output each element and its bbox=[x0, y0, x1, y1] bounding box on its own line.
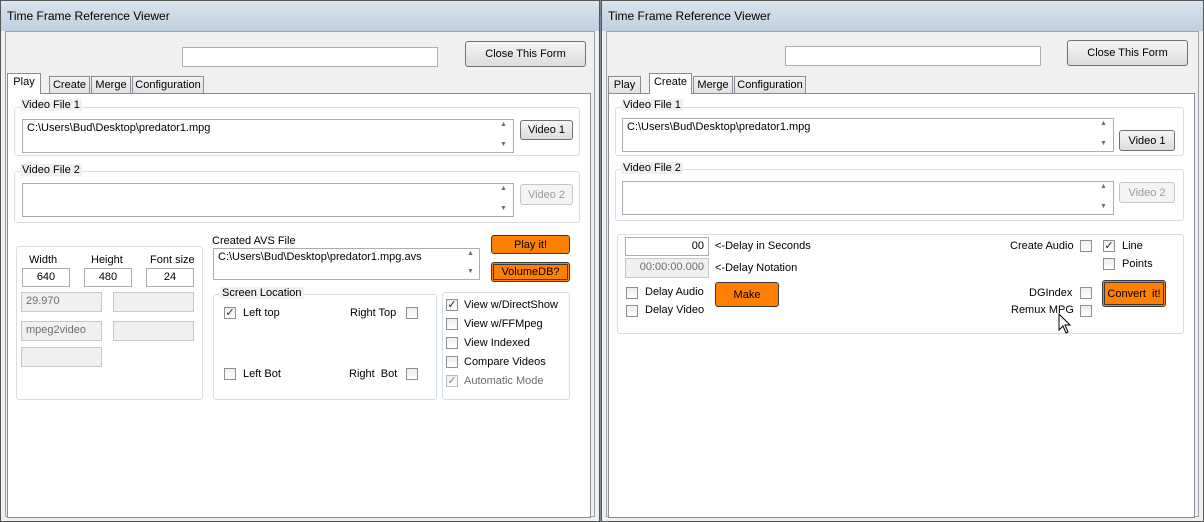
right-video1-scrollbar[interactable]: ▲ ▼ bbox=[1096, 119, 1112, 151]
screen-location-label: Screen Location bbox=[220, 287, 304, 299]
view-directshow-label: View w/DirectShow bbox=[464, 299, 558, 311]
left-video1-label: Video File 1 bbox=[20, 99, 82, 111]
avs-label: Created AVS File bbox=[212, 235, 296, 247]
right-close-form-button[interactable]: Close This Form bbox=[1067, 40, 1188, 66]
view-indexed-label: View Indexed bbox=[464, 337, 530, 349]
right-video1-button[interactable]: Video 1 bbox=[1119, 130, 1175, 151]
left-client-area: Close This Form Play Create Merge Config… bbox=[5, 31, 595, 518]
left-window-title: Time Frame Reference Viewer bbox=[7, 9, 170, 23]
left-video1-scrollbar[interactable]: ▲ ▼ bbox=[496, 120, 512, 152]
right-title-bar[interactable]: Time Frame Reference Viewer bbox=[602, 1, 1203, 31]
delay-notation-label: <-Delay Notation bbox=[715, 262, 798, 274]
compare-videos-label: Compare Videos bbox=[464, 356, 546, 368]
create-audio-label: Create Audio bbox=[1010, 240, 1074, 252]
left-video2-button[interactable]: Video 2 bbox=[520, 184, 573, 205]
codec-field: mpeg2video bbox=[21, 321, 102, 341]
left-bot-checkbox[interactable] bbox=[224, 368, 236, 380]
left-tab-merge[interactable]: Merge bbox=[91, 76, 131, 94]
view-ffmpeg-label: View w/FFMpeg bbox=[464, 318, 543, 330]
right-tab-merge[interactable]: Merge bbox=[693, 76, 733, 94]
view-indexed-checkbox[interactable] bbox=[446, 337, 458, 349]
left-close-form-button[interactable]: Close This Form bbox=[465, 41, 586, 67]
right-tab-page: Video File 1 C:\Users\Bud\Desktop\predat… bbox=[608, 93, 1195, 518]
remux-mpg-checkbox[interactable] bbox=[1080, 305, 1092, 317]
right-tab-create[interactable]: Create bbox=[649, 73, 692, 94]
delay-video-checkbox[interactable] bbox=[626, 305, 638, 317]
left-tab-create[interactable]: Create bbox=[49, 76, 90, 94]
avs-scrollbar[interactable]: ▲ ▼ bbox=[463, 249, 479, 279]
left-window: Time Frame Reference Viewer Close This F… bbox=[0, 0, 600, 522]
left-video2-label: Video File 2 bbox=[20, 164, 82, 176]
make-button[interactable]: Make bbox=[715, 282, 779, 307]
right-video1-path[interactable]: C:\Users\Bud\Desktop\predator1.mpg bbox=[622, 118, 1114, 152]
delay-video-label: Delay Video bbox=[645, 304, 705, 316]
delay-seconds-field[interactable]: 00 bbox=[625, 237, 709, 256]
create-audio-checkbox[interactable] bbox=[1080, 240, 1092, 252]
right-bot-label: Right Bot bbox=[349, 368, 398, 380]
right-top-field[interactable] bbox=[785, 46, 1041, 66]
left-tab-page: Video File 1 C:\Users\Bud\Desktop\predat… bbox=[7, 93, 591, 518]
dgindex-checkbox[interactable] bbox=[1080, 287, 1092, 299]
avs-path-field[interactable]: C:\Users\Bud\Desktop\predator1.mpg.avs bbox=[213, 248, 480, 280]
right-video2-label: Video File 2 bbox=[621, 162, 683, 174]
right-video2-scrollbar[interactable]: ▲ ▼ bbox=[1096, 182, 1112, 214]
extra-field-1 bbox=[113, 292, 194, 312]
points-label: Points bbox=[1122, 258, 1153, 270]
right-video1-label: Video File 1 bbox=[621, 99, 683, 111]
right-top-label: Right Top bbox=[350, 307, 397, 319]
left-title-bar[interactable]: Time Frame Reference Viewer bbox=[1, 1, 599, 31]
volumedb-button[interactable]: VolumeDB? bbox=[491, 262, 570, 282]
right-top-checkbox[interactable] bbox=[406, 307, 418, 319]
left-video1-path[interactable]: C:\Users\Bud\Desktop\predator1.mpg bbox=[22, 119, 514, 153]
height-label: Height bbox=[91, 254, 123, 266]
compare-videos-checkbox[interactable] bbox=[446, 356, 458, 368]
right-video2-path[interactable] bbox=[622, 181, 1114, 215]
width-field[interactable]: 640 bbox=[22, 268, 70, 287]
right-window: Time Frame Reference Viewer Close This F… bbox=[601, 0, 1204, 522]
mouse-cursor-icon bbox=[1058, 313, 1072, 334]
right-tab-play[interactable]: Play bbox=[608, 76, 641, 94]
automatic-mode-checkbox: ✓ bbox=[446, 375, 458, 387]
automatic-mode-label: Automatic Mode bbox=[464, 375, 544, 387]
delay-seconds-label: <-Delay in Seconds bbox=[715, 240, 811, 252]
extra-field-3 bbox=[21, 347, 102, 367]
right-bot-checkbox[interactable] bbox=[406, 368, 418, 380]
play-it-button[interactable]: Play it! bbox=[491, 235, 570, 254]
left-tab-configuration[interactable]: Configuration bbox=[132, 76, 204, 94]
dgindex-label: DGIndex bbox=[1029, 287, 1073, 299]
height-field[interactable]: 480 bbox=[84, 268, 132, 287]
fps-field: 29.970 bbox=[21, 292, 102, 312]
width-label: Width bbox=[29, 254, 58, 266]
left-tab-play[interactable]: Play bbox=[7, 73, 41, 94]
right-video2-button[interactable]: Video 2 bbox=[1119, 182, 1175, 203]
left-top-label: Left top bbox=[243, 307, 280, 319]
left-top-checkbox[interactable]: ✓ bbox=[224, 307, 236, 319]
left-video1-button[interactable]: Video 1 bbox=[520, 120, 573, 140]
left-video2-path[interactable] bbox=[22, 183, 514, 217]
left-video2-scrollbar[interactable]: ▲ ▼ bbox=[496, 184, 512, 216]
fontsize-field[interactable]: 24 bbox=[146, 268, 194, 287]
delay-audio-label: Delay Audio bbox=[645, 286, 704, 298]
right-client-area: Close This Form Play Create Merge Config… bbox=[606, 31, 1199, 518]
extra-field-2 bbox=[113, 321, 194, 341]
line-checkbox[interactable]: ✓ bbox=[1103, 240, 1115, 252]
delay-audio-checkbox[interactable] bbox=[626, 287, 638, 299]
view-directshow-checkbox[interactable]: ✓ bbox=[446, 299, 458, 311]
convert-it-button[interactable]: Convert it! bbox=[1102, 280, 1166, 307]
points-checkbox[interactable] bbox=[1103, 258, 1115, 270]
left-bot-label: Left Bot bbox=[243, 368, 281, 380]
line-label: Line bbox=[1122, 240, 1143, 252]
fontsize-label: Font size bbox=[150, 254, 195, 266]
right-window-title: Time Frame Reference Viewer bbox=[608, 9, 771, 23]
right-tab-configuration[interactable]: Configuration bbox=[734, 76, 806, 94]
delay-notation-field: 00:00:00.000 bbox=[625, 258, 709, 278]
left-top-field[interactable] bbox=[182, 47, 438, 67]
view-ffmpeg-checkbox[interactable] bbox=[446, 318, 458, 330]
